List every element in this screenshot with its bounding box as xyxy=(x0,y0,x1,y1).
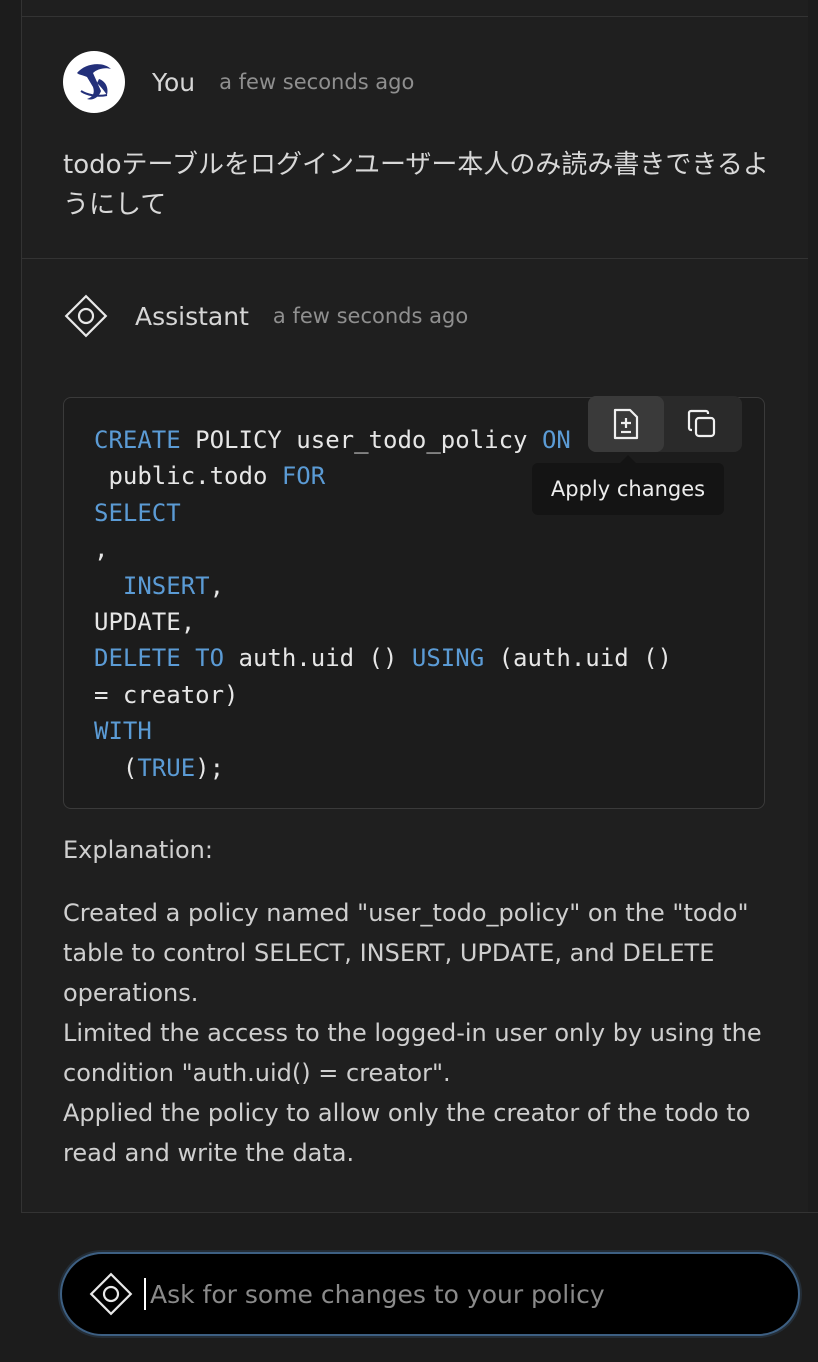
user-message-text: todoテーブルをログインユーザー本人のみ読み書きできるようにして xyxy=(63,150,769,220)
copy-code-button[interactable] xyxy=(664,396,740,452)
message-timestamp: a few seconds ago xyxy=(219,70,415,94)
copy-icon xyxy=(687,409,716,438)
divider xyxy=(21,258,808,259)
code-keyword: TO xyxy=(195,644,225,673)
code-keyword: ON xyxy=(541,426,571,454)
apply-changes-button[interactable] xyxy=(588,396,664,452)
code-text: auth.uid () xyxy=(224,644,412,673)
code-keyword: DELETE xyxy=(94,644,181,673)
code-text: = creator) xyxy=(94,680,239,709)
apply-changes-tooltip: Apply changes xyxy=(532,463,724,515)
explanation-line: Applied the policy to allow only the cre… xyxy=(63,1099,751,1167)
code-keyword: TRUE xyxy=(137,753,196,782)
code-keyword: CREATE xyxy=(94,426,181,454)
code-text: public.todo xyxy=(94,462,282,491)
code-keyword: INSERT xyxy=(122,571,210,600)
code-toolbar xyxy=(588,396,742,452)
code-keyword: WITH xyxy=(94,717,152,746)
user-message-header: You a few seconds ago xyxy=(63,51,414,113)
file-diff-icon xyxy=(613,408,639,440)
code-block: CREATE POLICY user_todo_policy ON public… xyxy=(63,397,765,809)
chat-input[interactable] xyxy=(146,1279,798,1309)
code-text: ( xyxy=(122,753,138,782)
code-text: POLICY user_todo_policy xyxy=(180,426,542,454)
avatar xyxy=(63,51,125,113)
explanation-line: Created a policy named "user_todo_policy… xyxy=(63,899,749,1007)
tooltip-arrow xyxy=(620,455,636,463)
assistant-diamond-icon xyxy=(64,294,108,338)
assistant-diamond-icon xyxy=(89,1272,133,1316)
message-author: Assistant xyxy=(135,301,249,331)
code-keyword: USING xyxy=(411,644,485,673)
user-avatar-icon xyxy=(64,52,124,112)
chat-composer[interactable] xyxy=(60,1252,800,1336)
scrollbar-track[interactable] xyxy=(808,0,818,1212)
code-keyword: SELECT xyxy=(94,498,181,527)
explanation-heading: Explanation: xyxy=(63,836,213,864)
code-text: UPDATE, xyxy=(94,608,196,637)
divider xyxy=(21,1212,818,1213)
code-text: , xyxy=(94,535,109,564)
divider xyxy=(21,16,808,17)
explanation-line: Limited the access to the logged-in user… xyxy=(63,1019,762,1087)
assistant-message-header: Assistant a few seconds ago xyxy=(63,293,468,339)
message-author: You xyxy=(152,67,196,97)
code-text: (auth.uid () xyxy=(484,644,672,673)
code-text: ); xyxy=(195,753,225,782)
code-text: , xyxy=(209,571,225,600)
explanation-body: Created a policy named "user_todo_policy… xyxy=(63,893,763,1173)
message-timestamp: a few seconds ago xyxy=(272,304,469,328)
code-keyword: FOR xyxy=(281,462,326,491)
chat-window: You a few seconds ago todoテーブルをログインユーザー本… xyxy=(0,0,818,1362)
